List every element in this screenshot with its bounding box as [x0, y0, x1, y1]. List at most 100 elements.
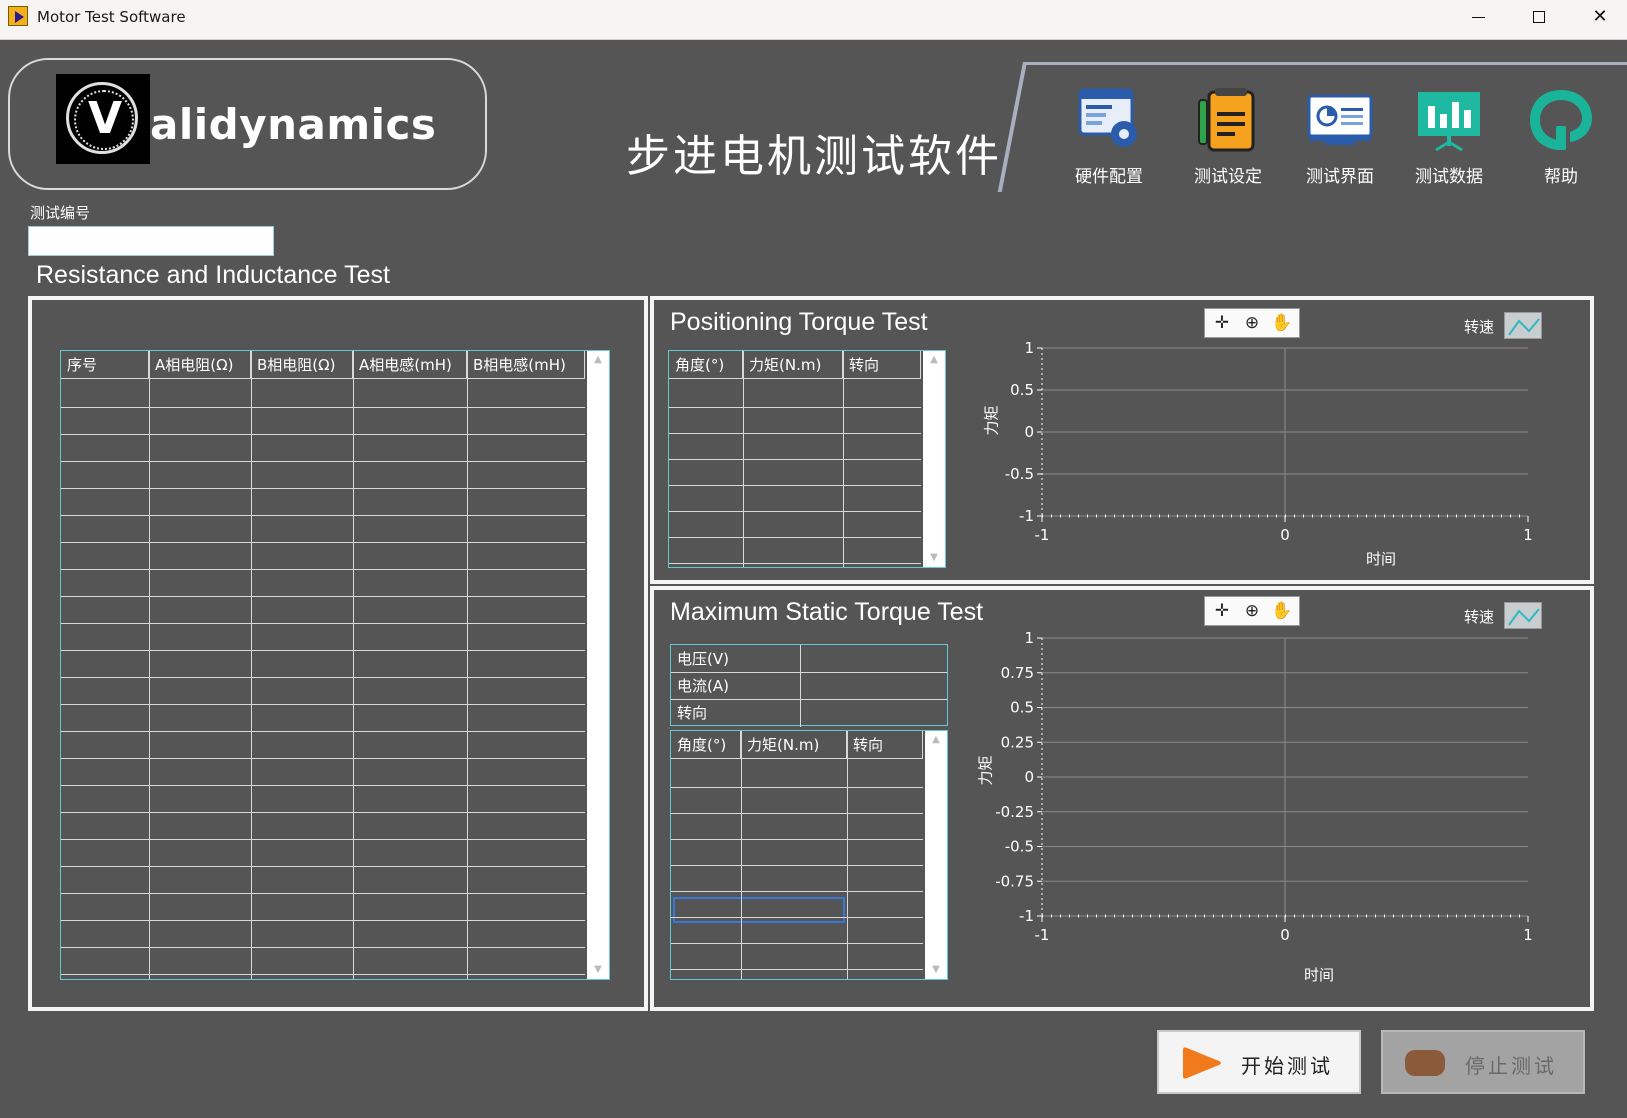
close-icon: ✕: [1592, 6, 1608, 27]
y-tick-label: 1: [1024, 629, 1034, 647]
minimize-button[interactable]: [1448, 0, 1508, 34]
toolbar-label: 测试设定: [1194, 167, 1262, 187]
stop-test-button[interactable]: 停止测试: [1381, 1030, 1585, 1094]
y-tick-label: -0.5: [1005, 465, 1034, 483]
table-header: 角度(°) 力矩(N.m) 转向: [669, 351, 921, 379]
column-header: A相电阻(Ω): [149, 351, 251, 379]
static-panel: Maximum Static Torque Test 电压(V) 电流(A) 转…: [650, 586, 1594, 1011]
scroll-down-icon[interactable]: ▼: [923, 551, 945, 565]
title-bar: Motor Test Software ✕: [0, 0, 1627, 40]
column-header: 转向: [847, 731, 923, 759]
scroll-down-icon[interactable]: ▼: [587, 963, 609, 977]
y-tick-label: 1: [1024, 339, 1034, 357]
x-tick-label: 1: [1523, 526, 1533, 540]
test-number-label: 测试编号: [30, 204, 91, 222]
column-header: 力矩(N.m): [741, 731, 847, 759]
static-title: Maximum Static Torque Test: [670, 598, 984, 626]
y-axis-title: 力矩: [976, 755, 995, 786]
selected-cell[interactable]: [673, 897, 845, 923]
scroll-up-icon[interactable]: ▲: [923, 353, 945, 367]
y-tick-label: 0: [1024, 423, 1034, 441]
x-axis-title: 时间: [1366, 550, 1397, 568]
y-tick-label: -0.75: [995, 872, 1034, 890]
x-tick-label: 0: [1280, 526, 1290, 540]
resistance-table[interactable]: 序号 A相电阻(Ω) B相电阻(Ω) A相电感(mH) B相电感(mH) ▲ ▼: [60, 350, 610, 980]
app-title: 步进电机测试软件: [626, 131, 1002, 182]
scroll-down-icon[interactable]: ▼: [925, 963, 947, 977]
close-button[interactable]: ✕: [1570, 0, 1627, 34]
toolbar-label: 测试数据: [1415, 167, 1483, 187]
toolbar-label: 帮助: [1544, 167, 1578, 187]
table-header: 序号 A相电阻(Ω) B相电阻(Ω) A相电感(mH) B相电感(mH): [61, 351, 585, 379]
positioning-graph[interactable]: 1 0.5 0 -0.5 -1-1 0 1: [994, 330, 1534, 540]
logo-icon: V: [56, 74, 150, 164]
scroll-up-icon[interactable]: ▲: [587, 353, 609, 367]
x-tick-label: 1: [1523, 926, 1533, 944]
table-header: 角度(°) 力矩(N.m) 转向: [671, 731, 923, 759]
y-tick-label: -0.5: [1005, 838, 1034, 856]
toolbar-hardware-config[interactable]: 硬件配置: [1064, 86, 1154, 187]
maximize-button[interactable]: [1509, 0, 1569, 34]
column-header: A相电感(mH): [353, 351, 467, 379]
y-tick-label: -0.25: [995, 803, 1034, 821]
table-scrollbar[interactable]: ▲ ▼: [925, 731, 947, 979]
param-label: 电流(A): [671, 672, 801, 700]
toolbar-test-data[interactable]: 测试数据: [1404, 86, 1494, 187]
y-tick-label: 0.25: [1001, 733, 1034, 751]
cursor-icon[interactable]: ✛: [1209, 600, 1235, 622]
start-test-label: 开始测试: [1241, 1054, 1333, 1078]
table-scrollbar[interactable]: ▲ ▼: [587, 351, 609, 979]
maximize-icon: [1533, 11, 1545, 23]
y-tick-label: -1: [1019, 507, 1034, 525]
column-header: 转向: [843, 351, 921, 379]
scroll-up-icon[interactable]: ▲: [925, 733, 947, 747]
column-header: 力矩(N.m): [743, 351, 843, 379]
logo-text: alidynamics: [150, 100, 437, 149]
toolbar-test-settings[interactable]: 测试设定: [1183, 86, 1273, 187]
help-icon: [1530, 90, 1592, 150]
header: V alidynamics 步进电机测试软件 硬件配置 测试设定 测试界面 测试…: [0, 44, 1627, 192]
hardware-config-icon: [1078, 88, 1137, 147]
static-graph[interactable]: 1 0.75 0.5 0.25 0 -0.25 -0.5 -0.75 -1-1 0 1: [994, 622, 1534, 962]
app-icon: [8, 6, 28, 26]
test-interface-icon: [1307, 94, 1373, 145]
stop-icon: [1405, 1050, 1445, 1076]
toolbar-help[interactable]: 帮助: [1516, 86, 1606, 187]
logo-letter: V: [87, 93, 123, 144]
toolbar-label: 测试界面: [1306, 167, 1374, 187]
toolbar-label: 硬件配置: [1075, 167, 1143, 187]
positioning-table[interactable]: 角度(°) 力矩(N.m) 转向 ▲ ▼: [668, 350, 946, 568]
test-settings-icon: [1198, 88, 1255, 152]
column-header: 角度(°): [671, 731, 741, 759]
pan-hand-icon[interactable]: ✋: [1269, 600, 1295, 622]
column-header: 序号: [61, 351, 149, 379]
resistance-panel: 序号 A相电阻(Ω) B相电阻(Ω) A相电感(mH) B相电感(mH) ▲ ▼: [28, 296, 648, 1011]
minimize-icon: [1471, 16, 1485, 18]
y-tick-label: -1: [1019, 907, 1034, 925]
window-title: Motor Test Software: [37, 8, 186, 26]
y-tick-label: 0: [1024, 768, 1034, 786]
x-tick-label: -1: [1035, 926, 1050, 944]
column-header: 角度(°): [669, 351, 743, 379]
param-label: 转向: [671, 699, 801, 727]
x-axis-title: 时间: [1304, 966, 1335, 984]
toolbar-test-interface[interactable]: 测试界面: [1295, 86, 1385, 187]
resistance-title: Resistance and Inductance Test: [36, 261, 390, 289]
stop-test-label: 停止测试: [1465, 1054, 1557, 1078]
static-params-table[interactable]: 电压(V) 电流(A) 转向: [670, 644, 948, 727]
test-data-icon: [1418, 92, 1480, 152]
positioning-panel: Positioning Torque Test 角度(°) 力矩(N.m) 转向…: [650, 296, 1594, 584]
column-header: B相电阻(Ω): [251, 351, 353, 379]
y-tick-label: 0.5: [1010, 699, 1034, 717]
column-header: B相电感(mH): [467, 351, 585, 379]
test-number-input[interactable]: [28, 226, 274, 256]
table-scrollbar[interactable]: ▲ ▼: [923, 351, 945, 567]
x-tick-label: -1: [1035, 526, 1050, 540]
play-icon: [1183, 1047, 1221, 1079]
static-torque-table[interactable]: 角度(°) 力矩(N.m) 转向 ▲ ▼: [670, 730, 948, 980]
y-tick-label: 0.75: [1001, 664, 1034, 682]
y-tick-label: 0.5: [1010, 381, 1034, 399]
param-label: 电压(V): [671, 645, 801, 673]
start-test-button[interactable]: 开始测试: [1157, 1030, 1361, 1094]
zoom-icon[interactable]: ⊕: [1239, 600, 1265, 622]
